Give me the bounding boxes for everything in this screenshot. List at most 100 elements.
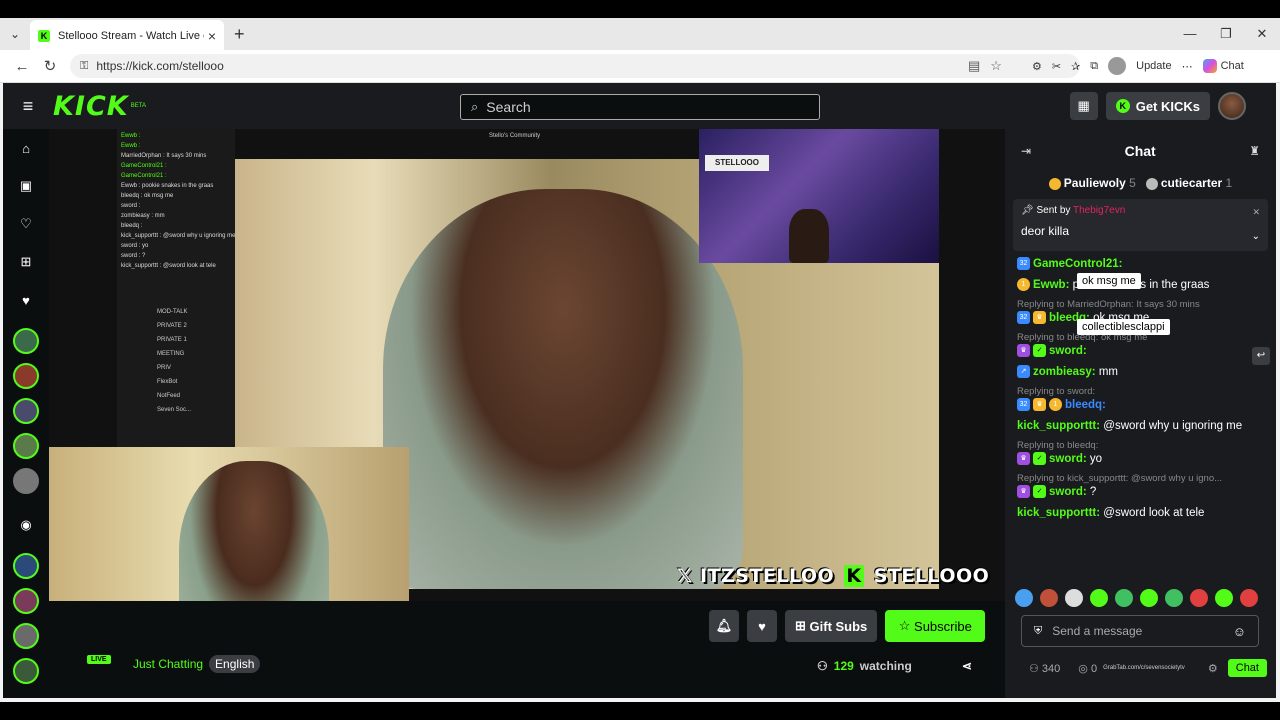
- chat-username[interactable]: Ewwb:: [1033, 279, 1069, 291]
- language-tag[interactable]: English: [209, 655, 261, 673]
- emote-icon[interactable]: [1040, 589, 1058, 607]
- favorites-icon[interactable]: ✰: [1071, 60, 1080, 73]
- leaderboard-icon[interactable]: ♜: [1249, 144, 1260, 158]
- more-menu-icon[interactable]: ⋯: [1182, 60, 1193, 73]
- emoji-picker-icon[interactable]: ☺: [1233, 624, 1246, 639]
- close-window-button[interactable]: ✕: [1244, 18, 1280, 50]
- following-heart-icon[interactable]: ♡: [3, 205, 49, 243]
- reader-view-icon[interactable]: ▤: [968, 58, 980, 74]
- share-icon[interactable]: ⋖: [962, 659, 972, 673]
- back-arrow-icon[interactable]: ←: [8, 58, 36, 75]
- url-field[interactable]: ⚿ https://kick.com/stellooo: [70, 54, 1080, 78]
- chat-message[interactable]: kick_supporttt: @sword look at tele: [1017, 506, 1264, 521]
- emote-icon[interactable]: [1090, 589, 1108, 607]
- chat-message[interactable]: 32 GameControl21:: [1017, 257, 1264, 272]
- recommended-channel-avatar[interactable]: [13, 588, 39, 614]
- reply-context[interactable]: Replying to kick_supporttt: @sword why u…: [1017, 473, 1264, 485]
- gift-badge-icon: 1: [1017, 278, 1030, 292]
- overlay-chat-line: Ewwb :: [121, 133, 141, 139]
- send-message-input[interactable]: ⛨ Send a message ☺: [1021, 615, 1259, 647]
- copilot-chat-button[interactable]: Chat: [1202, 59, 1244, 73]
- live-icon[interactable]: ◉: [3, 506, 49, 544]
- favorite-star-icon[interactable]: ☆: [990, 58, 1002, 74]
- chat-message[interactable]: ♛ ✓ sword: yo: [1017, 452, 1264, 467]
- collapse-chat-icon[interactable]: ⇥: [1021, 144, 1031, 158]
- copilot-icon: [1202, 59, 1217, 73]
- browse-icon[interactable]: ▣: [3, 167, 49, 205]
- chat-username[interactable]: sword:: [1049, 453, 1087, 465]
- tab-close-icon[interactable]: ×: [208, 28, 216, 44]
- reload-icon[interactable]: ↻: [36, 57, 64, 75]
- emote-icon[interactable]: [1240, 589, 1258, 607]
- pinned-message[interactable]: 📌︎ Sent by Thebig7evn deor killa ✕ ⌄: [1013, 199, 1268, 251]
- kick-logo[interactable]: KICK: [53, 91, 129, 122]
- followed-channel-avatar[interactable]: [13, 328, 39, 354]
- chevron-down-icon[interactable]: ⌄: [1252, 231, 1260, 242]
- notification-bell-icon[interactable]: 🔔︎: [709, 610, 739, 642]
- recommended-channel-avatar[interactable]: [13, 623, 39, 649]
- unpin-icon[interactable]: ✕: [1252, 207, 1260, 218]
- extensions-icon[interactable]: ⚙: [1032, 60, 1042, 73]
- emote-icon[interactable]: [1140, 589, 1158, 607]
- search-input[interactable]: ⌕ Search: [460, 94, 820, 120]
- chat-username[interactable]: sword:: [1049, 345, 1087, 357]
- follow-heart-icon[interactable]: ♥: [747, 610, 777, 642]
- followed-heart-icon[interactable]: ♥: [3, 281, 49, 319]
- chat-message[interactable]: ↗ zombieasy: mm: [1017, 365, 1264, 380]
- followed-channel-avatar[interactable]: [13, 398, 39, 424]
- category-link[interactable]: Just Chatting: [133, 657, 203, 671]
- new-tab-button[interactable]: +: [234, 24, 245, 45]
- profile-avatar[interactable]: [1108, 57, 1127, 75]
- recommended-channel-avatar[interactable]: [13, 553, 39, 579]
- gifter-item[interactable]: Pauliewoly 5: [1048, 176, 1136, 190]
- recommended-channel-avatar[interactable]: [13, 658, 39, 684]
- update-button[interactable]: Update: [1136, 60, 1171, 72]
- followed-channel-avatar[interactable]: [13, 468, 39, 494]
- gifter-item[interactable]: cutiecarter 1: [1145, 176, 1232, 190]
- chat-settings-icon[interactable]: ⚙: [1208, 662, 1218, 675]
- restore-button[interactable]: ❐: [1208, 18, 1244, 50]
- tab-list-dropdown[interactable]: ⌄: [0, 27, 30, 41]
- chat-message[interactable]: ♛ ✓ sword:: [1017, 344, 1264, 359]
- emote-icon[interactable]: [1065, 589, 1083, 607]
- chat-username[interactable]: sword:: [1049, 486, 1087, 498]
- emote-icon[interactable]: [1115, 589, 1133, 607]
- emote-icon[interactable]: [1015, 589, 1033, 607]
- chat-username[interactable]: bleedq:: [1065, 399, 1106, 411]
- browse-icon[interactable]: ▦: [1069, 92, 1098, 120]
- chat-send-button[interactable]: Chat: [1227, 659, 1267, 677]
- followed-channel-avatar[interactable]: [13, 433, 39, 459]
- minimize-button[interactable]: —: [1172, 18, 1208, 50]
- browser-tab[interactable]: K Stellooo Stream - Watch Live on K ×: [30, 20, 224, 52]
- reply-context[interactable]: Replying to MarriedOrphan: It says 30 mi…: [1017, 299, 1264, 311]
- overlay-chat-line: bleedq :: [121, 223, 143, 229]
- chat-message[interactable]: 32 ♛ 1 bleedq:: [1017, 398, 1264, 413]
- emote-icon[interactable]: [1215, 589, 1233, 607]
- chat-username[interactable]: zombieasy:: [1033, 366, 1096, 378]
- screenshot-icon[interactable]: ✂: [1052, 60, 1061, 73]
- watching-count: 129: [833, 659, 854, 673]
- shop-icon[interactable]: ⊞: [3, 243, 49, 281]
- user-avatar[interactable]: [1218, 92, 1246, 120]
- gift-subs-button[interactable]: ⊞ Gift Subs: [785, 610, 878, 642]
- chat-username[interactable]: GameControl21:: [1033, 258, 1122, 270]
- reply-context[interactable]: Replying to bleedq:: [1017, 440, 1264, 452]
- video-player[interactable]: Stello's Community Ewwb : Ewwb : Married…: [49, 129, 1005, 601]
- subscribe-button[interactable]: ☆ Subscribe: [885, 610, 986, 642]
- site-info-icon[interactable]: ⚿: [80, 60, 88, 73]
- emote-icon[interactable]: [1165, 589, 1183, 607]
- menu-icon[interactable]: ≡: [3, 96, 53, 117]
- chat-username[interactable]: kick_supporttt:: [1017, 420, 1100, 432]
- reply-icon[interactable]: ↩: [1252, 347, 1270, 365]
- kicks-icon: ◎ 0: [1078, 662, 1098, 675]
- followed-channel-avatar[interactable]: [13, 363, 39, 389]
- chat-message[interactable]: ♛ ✓ sword: ?: [1017, 485, 1264, 500]
- chat-message[interactable]: kick_supporttt: @sword why u ignoring me: [1017, 419, 1264, 434]
- get-kicks-button[interactable]: K Get KICKs: [1105, 92, 1210, 120]
- home-icon[interactable]: ⌂: [3, 129, 49, 167]
- chat-username[interactable]: kick_supporttt:: [1017, 507, 1100, 519]
- emote-icon[interactable]: [1190, 589, 1208, 607]
- chat-text: ?: [1089, 486, 1097, 498]
- reply-context[interactable]: Replying to sword:: [1017, 386, 1264, 398]
- collections-icon[interactable]: ⧉: [1090, 60, 1098, 73]
